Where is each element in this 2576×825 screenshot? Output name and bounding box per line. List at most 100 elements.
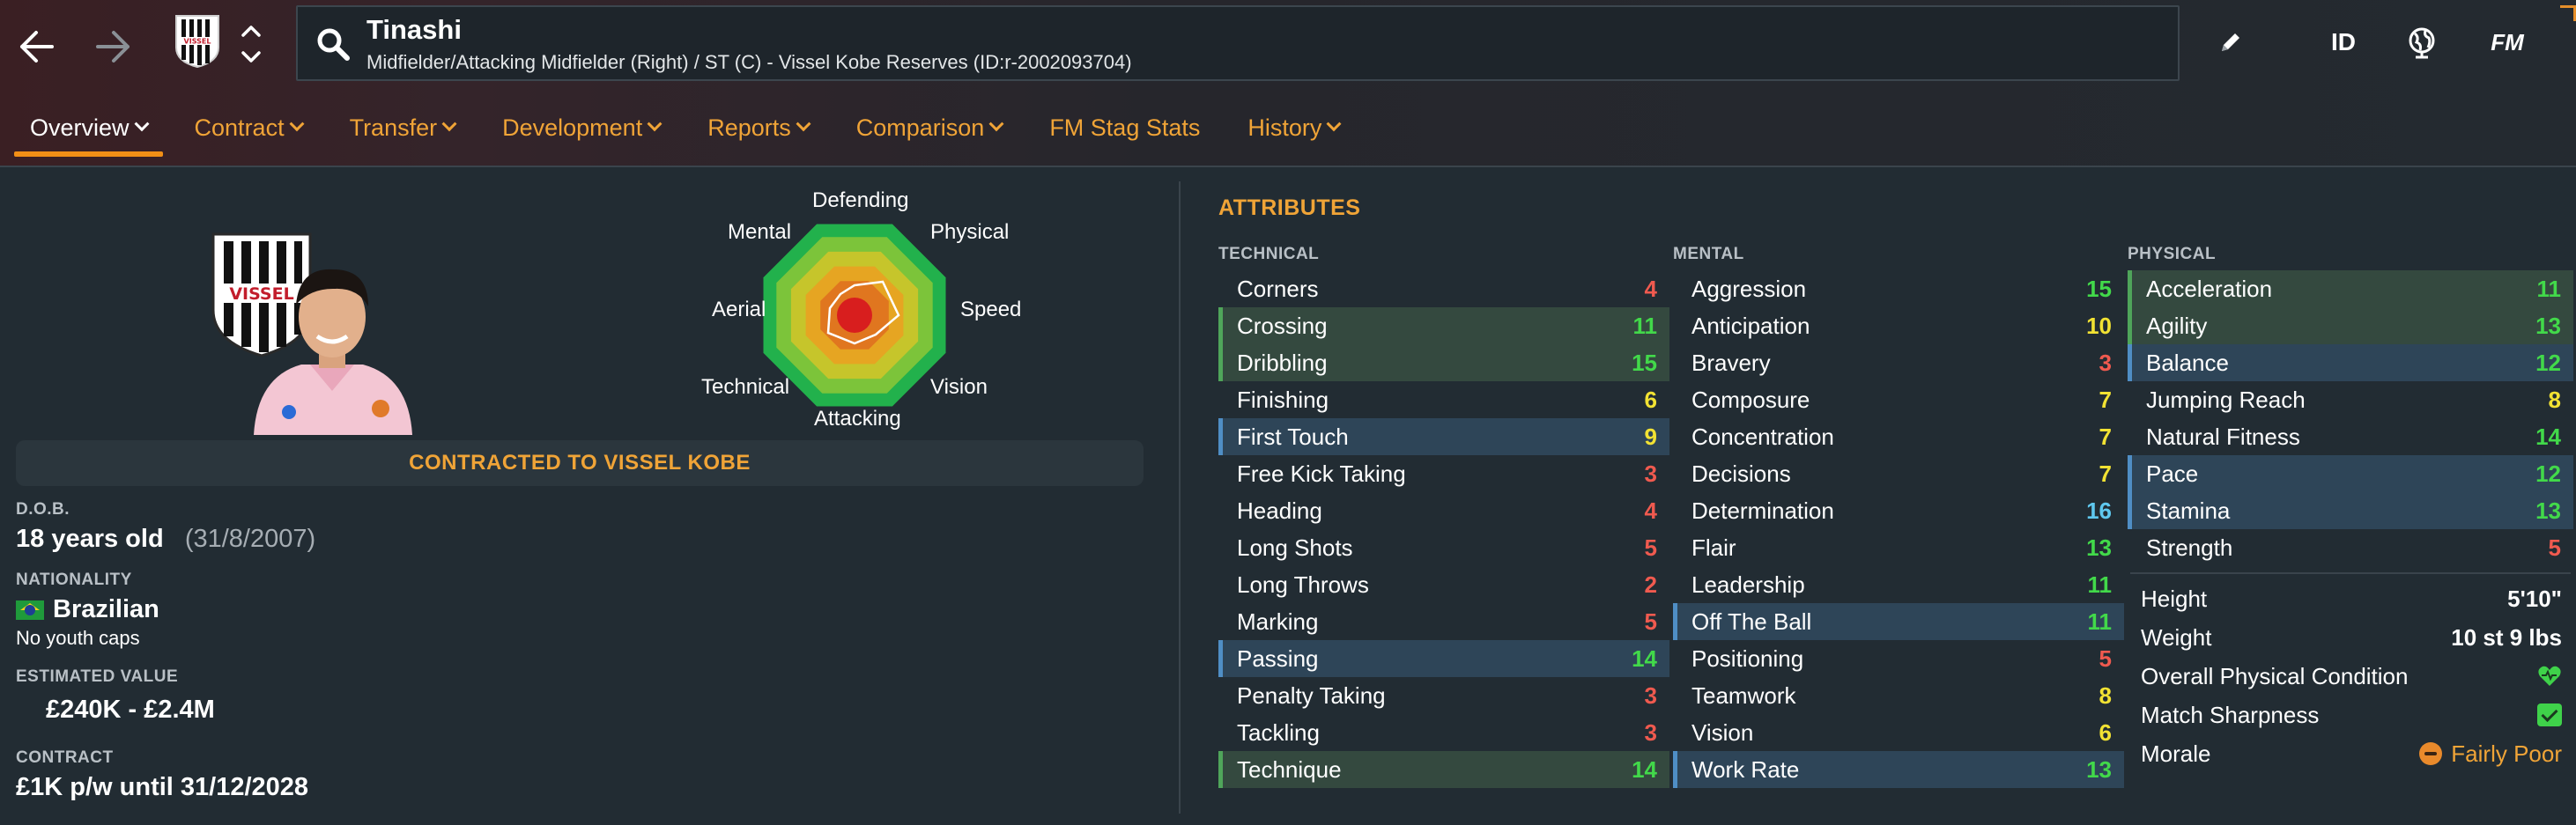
attribute-row-determination[interactable]: Determination 16 <box>1673 492 2124 529</box>
attribute-row-penalty-taking[interactable]: Penalty Taking 3 <box>1218 677 1669 714</box>
attribute-row-composure[interactable]: Composure 7 <box>1673 381 2124 418</box>
physical-title: PHYSICAL <box>2128 245 2217 263</box>
sharpness-row[interactable]: Match Sharpness <box>2130 696 2571 734</box>
attribute-row-strength[interactable]: Strength 5 <box>2128 529 2573 566</box>
radar-label-mental: Mental <box>728 220 792 244</box>
attribute-row-passing[interactable]: Passing 14 <box>1218 640 1669 677</box>
attribute-row-flair[interactable]: Flair 13 <box>1673 529 2124 566</box>
attribute-row-aggression[interactable]: Aggression 15 <box>1673 270 2124 307</box>
weight-value: 10 st 9 lbs <box>2451 623 2562 651</box>
attribute-row-off-the-ball[interactable]: Off The Ball 11 <box>1673 603 2124 640</box>
attribute-value: 11 <box>2087 608 2113 635</box>
edit-button[interactable] <box>2213 18 2248 67</box>
attribute-row-anticipation[interactable]: Anticipation 10 <box>1673 307 2124 344</box>
attribute-row-technique[interactable]: Technique 14 <box>1218 751 1669 788</box>
attribute-row-jumping-reach[interactable]: Jumping Reach 8 <box>2128 381 2573 418</box>
attribute-row-crossing[interactable]: Crossing 11 <box>1218 307 1669 344</box>
tab-fm-stag-stats[interactable]: FM Stag Stats <box>1033 99 1216 157</box>
club-crest-small[interactable]: VISSEL <box>173 12 222 69</box>
player-portrait-image <box>254 269 412 435</box>
morale-label: Morale <box>2141 740 2211 767</box>
attribute-row-concentration[interactable]: Concentration 7 <box>1673 418 2124 455</box>
attribute-row-tackling[interactable]: Tackling 3 <box>1218 714 1669 751</box>
attribute-value: 4 <box>1644 497 1657 524</box>
id-button[interactable]: ID <box>2319 18 2368 67</box>
attribute-row-work-rate[interactable]: Work Rate 13 <box>1673 751 2124 788</box>
tab-overview[interactable]: Overview <box>14 99 163 157</box>
attribute-name: Anticipation <box>1691 312 1810 339</box>
morale-value: Fairly Poor <box>2419 740 2562 768</box>
tab-transfer[interactable]: Transfer <box>334 99 471 157</box>
attribute-value: 6 <box>2099 718 2112 746</box>
condition-row[interactable]: Overall Physical Condition <box>2130 657 2571 696</box>
chevron-down-icon <box>988 116 1004 132</box>
mental-title: MENTAL <box>1673 245 1744 263</box>
radar-label-aerial: Aerial <box>712 298 766 321</box>
tab-comparison[interactable]: Comparison <box>840 99 1018 157</box>
attribute-row-vision[interactable]: Vision 6 <box>1673 714 2124 751</box>
attribute-row-acceleration[interactable]: Acceleration 11 <box>2128 270 2573 307</box>
nationality-value[interactable]: Brazilian <box>16 595 159 624</box>
attribute-name: Heading <box>1237 497 1322 524</box>
attribute-value: 10 <box>2086 312 2112 339</box>
tab-reports[interactable]: Reports <box>692 99 825 157</box>
nationality-label: NATIONALITY <box>16 571 132 589</box>
physical-attributes: Acceleration 11 Agility 13 Balance 12 Jumping … <box>2128 270 2573 566</box>
attribute-row-pace[interactable]: Pace 12 <box>2128 455 2573 492</box>
tab-contract[interactable]: Contract <box>179 99 318 157</box>
attribute-row-decisions[interactable]: Decisions 7 <box>1673 455 2124 492</box>
attribute-row-natural-fitness[interactable]: Natural Fitness 14 <box>2128 418 2573 455</box>
attribute-row-agility[interactable]: Agility 13 <box>2128 307 2573 344</box>
forward-button[interactable] <box>83 16 144 77</box>
radar-label-vision: Vision <box>930 375 988 399</box>
attribute-row-teamwork[interactable]: Teamwork 8 <box>1673 677 2124 714</box>
globe-icon <box>2409 27 2435 59</box>
morale-row[interactable]: Morale Fairly Poor <box>2130 734 2571 773</box>
attribute-row-free-kick-taking[interactable]: Free Kick Taking 3 <box>1218 455 1669 492</box>
svg-text:VISSEL: VISSEL <box>184 38 211 46</box>
arrow-left-icon <box>20 31 54 63</box>
attribute-value: 3 <box>1644 460 1657 487</box>
player-search-box[interactable]: Tinashi Midfielder/Attacking Midfielder … <box>296 5 2180 81</box>
attribute-row-long-shots[interactable]: Long Shots 5 <box>1218 529 1669 566</box>
attribute-row-dribbling[interactable]: Dribbling 15 <box>1218 344 1669 381</box>
attribute-value: 11 <box>1632 312 1658 339</box>
age-text: 18 years old <box>16 525 164 553</box>
player-position-club: Midfielder/Attacking Midfielder (Right) … <box>366 51 1132 73</box>
attribute-value: 8 <box>2099 681 2112 709</box>
attribute-row-marking[interactable]: Marking 5 <box>1218 603 1669 640</box>
attribute-value: 11 <box>2536 275 2562 302</box>
attribute-row-heading[interactable]: Heading 4 <box>1218 492 1669 529</box>
attribute-value: 13 <box>2535 497 2561 524</box>
attribute-value: 13 <box>2535 312 2561 339</box>
arrow-right-icon <box>96 31 130 63</box>
tab-history[interactable]: History <box>1232 99 1355 157</box>
attribute-row-long-throws[interactable]: Long Throws 2 <box>1218 566 1669 603</box>
tab-development[interactable]: Development <box>486 99 676 157</box>
attribute-row-stamina[interactable]: Stamina 13 <box>2128 492 2573 529</box>
attribute-row-first-touch[interactable]: First Touch 9 <box>1218 418 1669 455</box>
player-switcher[interactable] <box>238 21 264 67</box>
attribute-row-bravery[interactable]: Bravery 3 <box>1673 344 2124 381</box>
attribute-name: Free Kick Taking <box>1237 460 1406 487</box>
dob-value: 18 years old (31/8/2007) <box>16 525 315 554</box>
attribute-row-balance[interactable]: Balance 12 <box>2128 344 2573 381</box>
radar-label-defending: Defending <box>812 188 909 212</box>
back-button[interactable] <box>5 16 67 77</box>
chevron-down-icon <box>647 116 663 132</box>
attribute-row-leadership[interactable]: Leadership 11 <box>1673 566 2124 603</box>
attribute-row-finishing[interactable]: Finishing 6 <box>1218 381 1669 418</box>
sharpness-label: Match Sharpness <box>2141 701 2320 728</box>
player-photo <box>248 254 416 435</box>
attribute-name: Decisions <box>1691 460 1791 487</box>
tab-label: Transfer <box>349 114 438 141</box>
chevron-down-icon <box>289 116 305 132</box>
fm-menu-button[interactable]: FM <box>2481 18 2534 67</box>
attribute-name: Concentration <box>1691 423 1834 450</box>
attribute-name: Agility <box>2146 312 2208 339</box>
corner-marker <box>2560 5 2576 21</box>
attribute-name: Strength <box>2146 534 2233 561</box>
attribute-row-corners[interactable]: Corners 4 <box>1218 270 1669 307</box>
attribute-row-positioning[interactable]: Positioning 5 <box>1673 640 2124 677</box>
globe-button[interactable] <box>2400 18 2444 67</box>
